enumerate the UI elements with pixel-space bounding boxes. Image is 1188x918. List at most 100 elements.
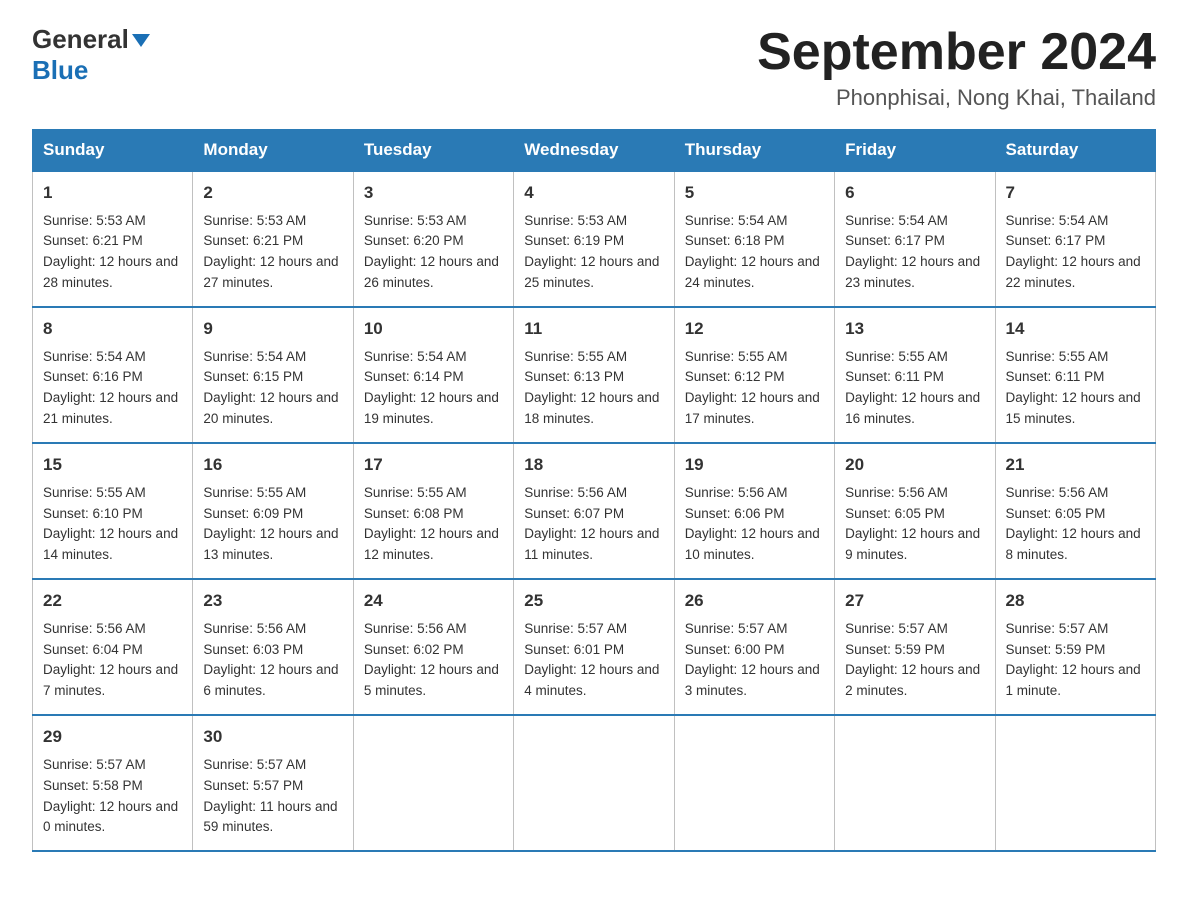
sunset-text: Sunset: 6:02 PM: [364, 642, 464, 657]
daylight-text: Daylight: 12 hours and 20 minutes.: [203, 390, 338, 426]
daylight-text: Daylight: 12 hours and 24 minutes.: [685, 254, 820, 290]
sunset-text: Sunset: 6:05 PM: [1006, 506, 1106, 521]
day-number: 21: [1006, 452, 1145, 478]
sunrise-text: Sunrise: 5:53 AM: [203, 213, 306, 228]
day-number: 23: [203, 588, 342, 614]
sunrise-text: Sunrise: 5:55 AM: [203, 485, 306, 500]
sunset-text: Sunset: 6:18 PM: [685, 233, 785, 248]
sunrise-text: Sunrise: 5:56 AM: [203, 621, 306, 636]
calendar-cell: 23Sunrise: 5:56 AMSunset: 6:03 PMDayligh…: [193, 579, 353, 715]
calendar-cell: [514, 715, 674, 851]
sunrise-text: Sunrise: 5:55 AM: [845, 349, 948, 364]
calendar-week-row: 22Sunrise: 5:56 AMSunset: 6:04 PMDayligh…: [33, 579, 1156, 715]
sunset-text: Sunset: 6:06 PM: [685, 506, 785, 521]
sunrise-text: Sunrise: 5:56 AM: [364, 621, 467, 636]
calendar-week-row: 8Sunrise: 5:54 AMSunset: 6:16 PMDaylight…: [33, 307, 1156, 443]
sunrise-text: Sunrise: 5:53 AM: [43, 213, 146, 228]
sunset-text: Sunset: 6:03 PM: [203, 642, 303, 657]
calendar-cell: 16Sunrise: 5:55 AMSunset: 6:09 PMDayligh…: [193, 443, 353, 579]
day-header-sunday: Sunday: [33, 130, 193, 172]
calendar-cell: 6 Sunrise: 5:54 AM Sunset: 6:17 PM Daylight…: [835, 171, 995, 307]
day-number: 29: [43, 724, 182, 750]
calendar-cell: 29Sunrise: 5:57 AMSunset: 5:58 PMDayligh…: [33, 715, 193, 851]
daylight-text: Daylight: 11 hours and 59 minutes.: [203, 799, 337, 835]
sunset-text: Sunset: 5:59 PM: [845, 642, 945, 657]
daylight-text: Daylight: 12 hours and 18 minutes.: [524, 390, 659, 426]
daylight-text: Daylight: 12 hours and 4 minutes.: [524, 662, 659, 698]
sunset-text: Sunset: 6:16 PM: [43, 369, 143, 384]
sunrise-text: Sunrise: 5:55 AM: [43, 485, 146, 500]
sunrise-text: Sunrise: 5:53 AM: [524, 213, 627, 228]
daylight-text: Daylight: 12 hours and 27 minutes.: [203, 254, 338, 290]
sunrise-text: Sunrise: 5:54 AM: [43, 349, 146, 364]
sunset-text: Sunset: 6:10 PM: [43, 506, 143, 521]
sunrise-text: Sunrise: 5:57 AM: [524, 621, 627, 636]
calendar-week-row: 1Sunrise: 5:53 AMSunset: 6:21 PMDaylight…: [33, 171, 1156, 307]
daylight-text: Daylight: 12 hours and 19 minutes.: [364, 390, 499, 426]
daylight-text: Daylight: 12 hours and 15 minutes.: [1006, 390, 1141, 426]
day-number: 5: [685, 180, 824, 206]
calendar-cell: 30Sunrise: 5:57 AMSunset: 5:57 PMDayligh…: [193, 715, 353, 851]
page-header: General Blue September 2024 Phonphisai, …: [32, 24, 1156, 111]
calendar-cell: 15Sunrise: 5:55 AMSunset: 6:10 PMDayligh…: [33, 443, 193, 579]
calendar-cell: [835, 715, 995, 851]
calendar-cell: 20Sunrise: 5:56 AMSunset: 6:05 PMDayligh…: [835, 443, 995, 579]
daylight-text: Daylight: 12 hours and 5 minutes.: [364, 662, 499, 698]
sunset-text: Sunset: 6:19 PM: [524, 233, 624, 248]
calendar-cell: 11Sunrise: 5:55 AMSunset: 6:13 PMDayligh…: [514, 307, 674, 443]
daylight-text: Daylight: 12 hours and 28 minutes.: [43, 254, 178, 290]
daylight-text: Daylight: 12 hours and 11 minutes.: [524, 526, 659, 562]
sunset-text: Sunset: 6:21 PM: [43, 233, 143, 248]
day-header-thursday: Thursday: [674, 130, 834, 172]
sunset-text: Sunset: 5:59 PM: [1006, 642, 1106, 657]
sunset-text: Sunset: 6:15 PM: [203, 369, 303, 384]
day-number: 6: [845, 180, 984, 206]
day-number: 18: [524, 452, 663, 478]
day-number: 19: [685, 452, 824, 478]
sunrise-text: Sunrise: 5:56 AM: [43, 621, 146, 636]
day-number: 28: [1006, 588, 1145, 614]
day-header-wednesday: Wednesday: [514, 130, 674, 172]
calendar-header-row: SundayMondayTuesdayWednesdayThursdayFrid…: [33, 130, 1156, 172]
sunset-text: Sunset: 6:12 PM: [685, 369, 785, 384]
daylight-text: Daylight: 12 hours and 7 minutes.: [43, 662, 178, 698]
sunset-text: Sunset: 6:05 PM: [845, 506, 945, 521]
day-number: 26: [685, 588, 824, 614]
daylight-text: Daylight: 12 hours and 12 minutes.: [364, 526, 499, 562]
daylight-text: Daylight: 12 hours and 26 minutes.: [364, 254, 499, 290]
calendar-cell: 10Sunrise: 5:54 AMSunset: 6:14 PMDayligh…: [353, 307, 513, 443]
logo-general: General: [32, 24, 129, 55]
sunset-text: Sunset: 6:08 PM: [364, 506, 464, 521]
sunset-text: Sunset: 6:17 PM: [845, 233, 945, 248]
logo-blue: Blue: [32, 55, 150, 86]
calendar-table: SundayMondayTuesdayWednesdayThursdayFrid…: [32, 129, 1156, 852]
calendar-cell: 27Sunrise: 5:57 AMSunset: 5:59 PMDayligh…: [835, 579, 995, 715]
day-number: 10: [364, 316, 503, 342]
sunrise-text: Sunrise: 5:53 AM: [364, 213, 467, 228]
day-number: 20: [845, 452, 984, 478]
sunset-text: Sunset: 6:14 PM: [364, 369, 464, 384]
sunset-text: Sunset: 6:13 PM: [524, 369, 624, 384]
day-number: 14: [1006, 316, 1145, 342]
day-number: 13: [845, 316, 984, 342]
calendar-cell: 1Sunrise: 5:53 AMSunset: 6:21 PMDaylight…: [33, 171, 193, 307]
calendar-cell: 18Sunrise: 5:56 AMSunset: 6:07 PMDayligh…: [514, 443, 674, 579]
daylight-text: Daylight: 12 hours and 14 minutes.: [43, 526, 178, 562]
day-number: 7: [1006, 180, 1145, 206]
sunrise-text: Sunrise: 5:56 AM: [685, 485, 788, 500]
calendar-cell: 24Sunrise: 5:56 AMSunset: 6:02 PMDayligh…: [353, 579, 513, 715]
sunrise-text: Sunrise: 5:55 AM: [1006, 349, 1109, 364]
sunrise-text: Sunrise: 5:56 AM: [1006, 485, 1109, 500]
calendar-week-row: 29Sunrise: 5:57 AMSunset: 5:58 PMDayligh…: [33, 715, 1156, 851]
day-number: 17: [364, 452, 503, 478]
daylight-text: Daylight: 12 hours and 23 minutes.: [845, 254, 980, 290]
day-number: 4: [524, 180, 663, 206]
daylight-text: Daylight: 12 hours and 0 minutes.: [43, 799, 178, 835]
calendar-cell: 4Sunrise: 5:53 AMSunset: 6:19 PMDaylight…: [514, 171, 674, 307]
calendar-cell: 3Sunrise: 5:53 AMSunset: 6:20 PMDaylight…: [353, 171, 513, 307]
sunset-text: Sunset: 6:11 PM: [845, 369, 944, 384]
sunrise-text: Sunrise: 5:54 AM: [845, 213, 948, 228]
sunset-text: Sunset: 6:00 PM: [685, 642, 785, 657]
calendar-cell: 5Sunrise: 5:54 AMSunset: 6:18 PMDaylight…: [674, 171, 834, 307]
calendar-cell: 21Sunrise: 5:56 AMSunset: 6:05 PMDayligh…: [995, 443, 1155, 579]
